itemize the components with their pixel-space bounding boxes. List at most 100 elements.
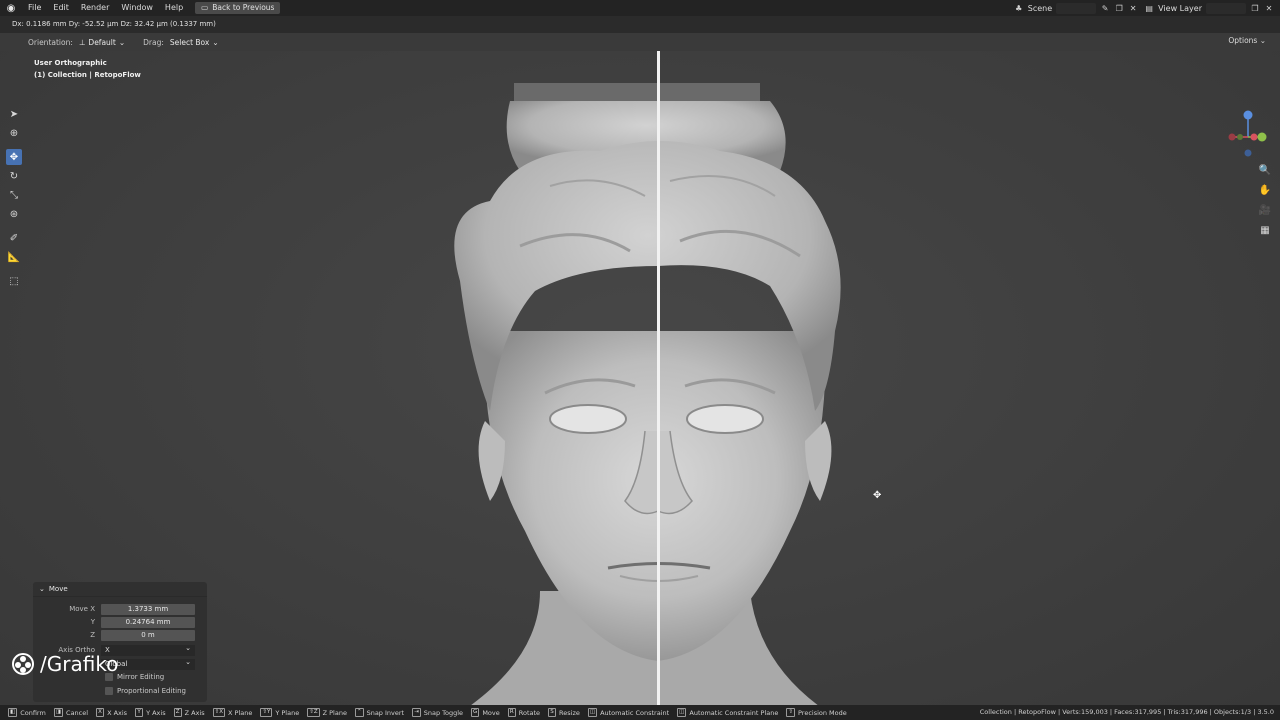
move-z-label: Z xyxy=(90,631,95,639)
top-menu-bar: ◉ File Edit Render Window Help ▭ Back to… xyxy=(0,0,1280,16)
collection-info: (1) Collection | RetopoFlow xyxy=(34,71,141,79)
head-sculpture-model[interactable] xyxy=(430,51,860,705)
tab-key-icon: ⇥ xyxy=(412,708,421,717)
view-layer-label: View Layer xyxy=(1158,3,1202,13)
options-button[interactable]: Options ⌄ xyxy=(1228,36,1266,45)
top-right-controls: ♣ Scene ✎ ❐ ✕ ▤ View Layer ❐ ✕ xyxy=(1014,0,1280,16)
blender-logo-icon[interactable]: ◉ xyxy=(0,0,22,16)
menu-file[interactable]: File xyxy=(22,0,47,16)
grafiko-watermark: /Grafiko xyxy=(12,652,118,676)
shift-mouse-icon: ◫ xyxy=(677,708,687,717)
menu-help[interactable]: Help xyxy=(159,0,189,16)
move-x-field[interactable]: 1.3733 mm xyxy=(101,603,195,615)
chevron-down-icon: ⌄ xyxy=(118,37,126,47)
mouse-left-icon: ◧ xyxy=(8,708,18,717)
status-cancel: ◨ Cancel xyxy=(53,708,89,717)
view-layer-selector[interactable]: ▤ View Layer ❐ ✕ xyxy=(1144,2,1274,14)
close-layer-icon[interactable]: ✕ xyxy=(1264,3,1274,13)
back-to-previous-label: Back to Previous xyxy=(212,3,275,12)
annotate-tool-icon[interactable]: ✐ xyxy=(6,230,22,246)
transform-readout-strip: Dx: 0.1186 mm Dy: -52.52 µm Dz: 32.42 µm… xyxy=(0,16,1280,33)
rotate-tool-icon[interactable]: ↻ xyxy=(6,168,22,184)
back-to-previous-button[interactable]: ▭ Back to Previous xyxy=(195,2,281,14)
move-y-field[interactable]: 0.24764 mm xyxy=(101,616,195,628)
grid-icon[interactable]: ▦ xyxy=(1258,223,1272,237)
proportional-editing-checkbox[interactable]: Proportional Editing xyxy=(105,687,186,695)
status-z-axis: ZZ Axis xyxy=(173,708,205,717)
mouse-right-icon: ◨ xyxy=(53,708,64,717)
status-auto-constraint-plane: ◫ Automatic Constraint Plane xyxy=(677,708,779,717)
orientation-value: Default xyxy=(88,37,116,47)
move-operator-panel[interactable]: ⌄ Move Move X 1.3733 mm Y 0.24764 mm Z 0… xyxy=(33,582,207,702)
proportional-editing-label: Proportional Editing xyxy=(117,687,186,695)
camera-icon[interactable]: 🎥 xyxy=(1258,203,1272,217)
drag-label: Drag: xyxy=(143,37,164,47)
orientation-label: Orientation: xyxy=(28,37,73,47)
transform-tool-icon[interactable]: ⊛ xyxy=(6,206,22,222)
status-move: G Move xyxy=(471,708,500,717)
copy-layer-icon[interactable]: ❐ xyxy=(1250,3,1260,13)
add-cube-tool-icon[interactable]: ⬚ xyxy=(6,273,22,289)
symmetry-center-line xyxy=(657,51,660,705)
proportional-editing-box[interactable] xyxy=(105,687,113,695)
status-snap-invert: ⌃ Snap Invert xyxy=(354,708,405,717)
move-y-label: Y xyxy=(90,618,95,626)
film-reel-icon xyxy=(12,653,34,675)
menu-window[interactable]: Window xyxy=(115,0,159,16)
drag-dropdown[interactable]: Select Box ⌄ xyxy=(170,38,219,47)
scale-tool-icon[interactable]: ⤡ xyxy=(6,187,22,203)
pan-hand-icon[interactable]: ✋ xyxy=(1258,183,1272,197)
bottom-status-bar: ◧ Confirm ◨ Cancel XX Axis YY Axis ZZ Axis… xyxy=(0,705,1280,720)
view-layer-name-field[interactable] xyxy=(1206,2,1246,14)
watermark-text: /Grafiko xyxy=(40,652,119,676)
close-icon[interactable]: ✕ xyxy=(1128,3,1138,13)
move-x-label: Move X xyxy=(69,605,95,613)
transform-readout: Dx: 0.1186 mm Dy: -52.52 µm Dz: 32.42 µm… xyxy=(12,20,216,28)
status-y-plane: ⇧Y Y Plane xyxy=(260,708,300,717)
copy-icon[interactable]: ❐ xyxy=(1114,3,1124,13)
left-toolbar: ➤ ⊕ ✥ ↻ ⤡ ⊛ ✐ 📐 ⬚ xyxy=(6,106,24,292)
ctrl-key-icon: ⌃ xyxy=(354,708,364,717)
measure-tool-icon[interactable]: 📐 xyxy=(6,249,22,265)
drag-value: Select Box xyxy=(169,37,210,47)
scene-label: Scene xyxy=(1027,3,1053,13)
menu-render[interactable]: Render xyxy=(75,0,115,16)
navigation-gizmo[interactable] xyxy=(1226,107,1270,157)
scene-selector[interactable]: ♣ Scene ✎ ❐ ✕ xyxy=(1014,2,1138,14)
status-rotate: R Rotate xyxy=(507,708,540,717)
zoom-icon[interactable]: 🔍 xyxy=(1258,163,1272,177)
status-z-plane: ⇧Z Z Plane xyxy=(307,708,347,717)
pin-icon[interactable]: ✎ xyxy=(1100,3,1110,13)
operator-panel-header[interactable]: ⌄ Move xyxy=(33,582,207,597)
view-info: User Orthographic (1) Collection | Retop… xyxy=(34,57,141,81)
status-x-plane: ⇧X X Plane xyxy=(212,708,253,717)
operator-title: Move xyxy=(48,584,68,593)
collapse-chevron-icon: ⌄ xyxy=(39,584,45,593)
status-y-axis: YY Axis xyxy=(135,708,166,717)
orientation-axis-icon: ⊥ xyxy=(78,37,86,47)
mirror-editing-label: Mirror Editing xyxy=(117,673,165,681)
move-tool-icon[interactable]: ✥ xyxy=(6,149,22,165)
move-y-row: Y 0.24764 mm xyxy=(33,616,207,628)
status-resize: S Resize xyxy=(548,708,580,717)
orientation-dropdown[interactable]: ⊥ Default ⌄ xyxy=(79,38,125,47)
scene-statistics: Collection | RetopoFlow | Verts:159,003 … xyxy=(979,708,1274,716)
scene-icon: ♣ xyxy=(1015,3,1023,13)
screen-icon: ▭ xyxy=(201,3,209,12)
move-cursor-icon: ✥ xyxy=(873,490,882,501)
mouse-middle-icon: ◫ xyxy=(587,708,598,717)
select-tool-icon[interactable]: ➤ xyxy=(6,106,22,122)
status-x-axis: XX Axis xyxy=(96,708,127,717)
options-label: Options xyxy=(1228,36,1258,45)
move-z-field[interactable]: 0 m xyxy=(101,629,195,641)
menu-edit[interactable]: Edit xyxy=(47,0,75,16)
chevron-down-icon: ⌄ xyxy=(212,37,219,47)
status-confirm: ◧ Confirm xyxy=(8,708,46,717)
status-precision-mode: ⇧ Precision Mode xyxy=(786,708,847,717)
gizmo-lines-icon xyxy=(1228,110,1267,157)
move-z-row: Z 0 m xyxy=(33,629,207,641)
cursor-tool-icon[interactable]: ⊕ xyxy=(6,125,22,141)
scene-name-field[interactable] xyxy=(1056,2,1097,14)
tool-settings-bar: Orientation: ⊥ Default ⌄ Drag: Select Bo… xyxy=(0,33,1280,51)
status-auto-constraint: ◫ Automatic Constraint xyxy=(587,708,670,717)
